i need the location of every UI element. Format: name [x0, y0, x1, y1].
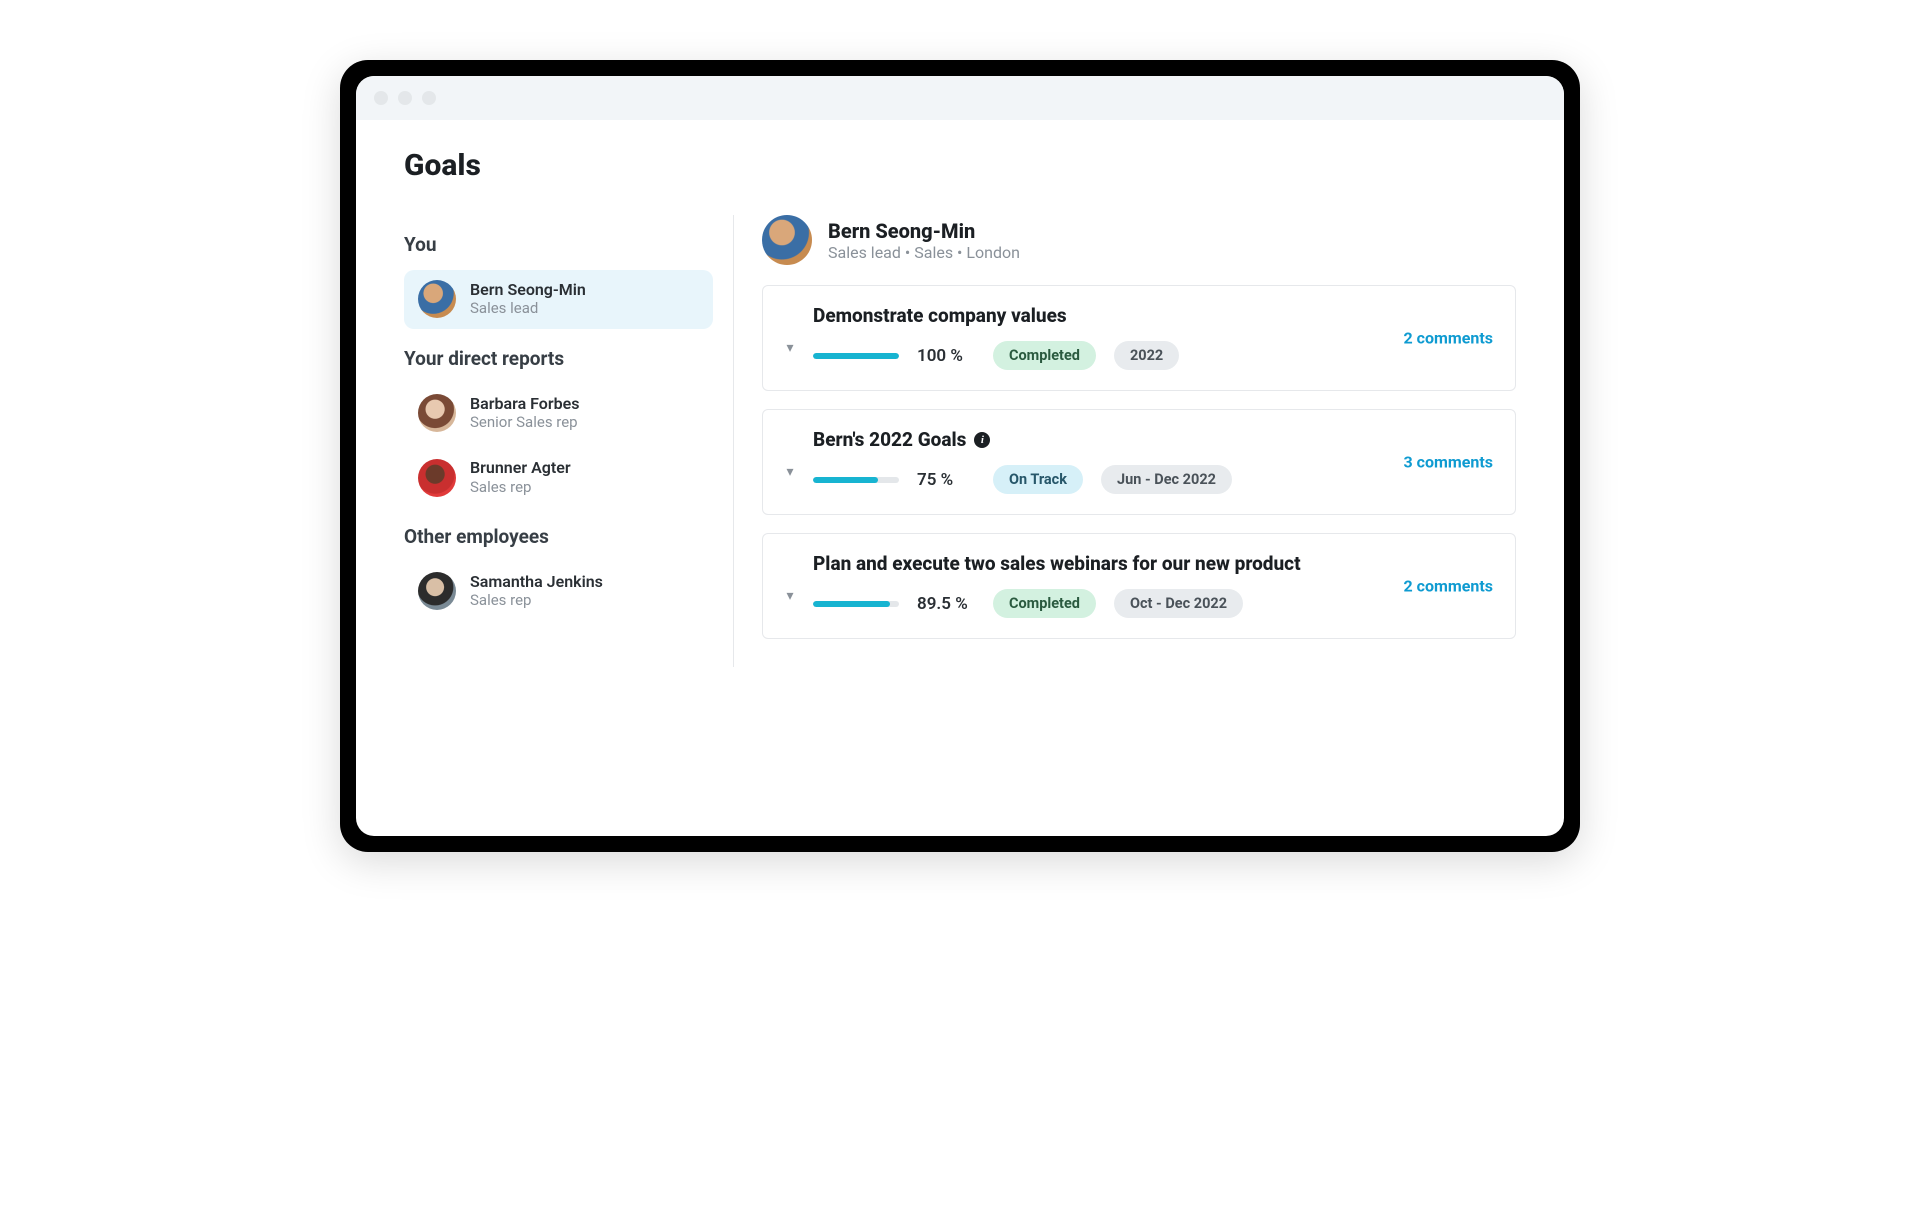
sidebar-heading-direct-reports: Your direct reports — [404, 347, 713, 370]
avatar — [418, 572, 456, 610]
sidebar-heading-you: You — [404, 233, 713, 256]
sidebar-person-you[interactable]: Bern Seong-Min Sales lead — [404, 270, 713, 329]
avatar — [762, 215, 812, 265]
person-role: Sales rep — [470, 478, 571, 498]
traffic-light-minimize[interactable] — [398, 91, 412, 105]
sidebar-person-direct-report[interactable]: Brunner Agter Sales rep — [404, 448, 713, 507]
person-role: Sales lead — [470, 299, 586, 319]
comments-link[interactable]: 2 comments — [1404, 577, 1493, 596]
goal-title: Bern's 2022 Goals i — [813, 428, 1493, 451]
sidebar-person-direct-report[interactable]: Barbara Forbes Senior Sales rep — [404, 384, 713, 443]
main: Bern Seong-Min Sales lead • Sales • Lond… — [762, 215, 1516, 667]
goal-card[interactable]: ▾ Bern's 2022 Goals i 75 % — [762, 409, 1516, 515]
person-name: Samantha Jenkins — [470, 572, 603, 591]
person-name: Brunner Agter — [470, 458, 571, 477]
goal-title: Plan and execute two sales webinars for … — [813, 552, 1493, 575]
goal-title-text: Demonstrate company values — [813, 304, 1067, 327]
progress-bar — [813, 353, 899, 359]
progress-percent: 100 % — [917, 346, 975, 366]
person-name: Barbara Forbes — [470, 394, 579, 413]
comments-link[interactable]: 2 comments — [1404, 329, 1493, 348]
profile-meta: Sales lead • Sales • London — [828, 243, 1020, 262]
window: Goals You Bern Seong-Min Sales lead Your… — [356, 76, 1564, 836]
profile-name: Bern Seong-Min — [828, 219, 1020, 243]
device-frame: Goals You Bern Seong-Min Sales lead Your… — [340, 60, 1580, 852]
chevron-down-icon[interactable]: ▾ — [786, 340, 793, 356]
status-badge: Completed — [993, 341, 1096, 370]
date-badge: Jun - Dec 2022 — [1101, 465, 1232, 494]
person-role: Senior Sales rep — [470, 413, 579, 433]
goal-title-text: Plan and execute two sales webinars for … — [813, 552, 1301, 575]
chevron-down-icon[interactable]: ▾ — [786, 588, 793, 604]
sidebar: You Bern Seong-Min Sales lead Your direc… — [404, 215, 734, 667]
person-name: Bern Seong-Min — [470, 280, 586, 299]
traffic-light-zoom[interactable] — [422, 91, 436, 105]
avatar — [418, 280, 456, 318]
comments-link[interactable]: 3 comments — [1404, 453, 1493, 472]
progress-fill — [813, 477, 878, 483]
goal-card[interactable]: ▾ Demonstrate company values 100 % — [762, 285, 1516, 391]
titlebar — [356, 76, 1564, 120]
progress-bar — [813, 601, 899, 607]
person-role: Sales rep — [470, 591, 603, 611]
content: Goals You Bern Seong-Min Sales lead Your… — [356, 120, 1564, 836]
progress-fill — [813, 601, 890, 607]
avatar — [418, 394, 456, 432]
date-badge: Oct - Dec 2022 — [1114, 589, 1243, 618]
progress-percent: 75 % — [917, 470, 975, 490]
progress-percent: 89.5 % — [917, 594, 975, 614]
status-badge: Completed — [993, 589, 1096, 618]
progress-fill — [813, 353, 899, 359]
avatar — [418, 459, 456, 497]
traffic-light-close[interactable] — [374, 91, 388, 105]
sidebar-heading-other: Other employees — [404, 525, 713, 548]
sidebar-person-other[interactable]: Samantha Jenkins Sales rep — [404, 562, 713, 621]
date-badge: 2022 — [1114, 341, 1179, 370]
profile-header: Bern Seong-Min Sales lead • Sales • Lond… — [762, 215, 1516, 265]
chevron-down-icon[interactable]: ▾ — [786, 464, 793, 480]
status-badge: On Track — [993, 465, 1083, 494]
info-icon[interactable]: i — [974, 432, 990, 448]
progress-bar — [813, 477, 899, 483]
page-title: Goals — [404, 148, 1516, 183]
goal-title-text: Bern's 2022 Goals — [813, 428, 966, 451]
goal-title: Demonstrate company values — [813, 304, 1493, 327]
goal-card[interactable]: ▾ Plan and execute two sales webinars fo… — [762, 533, 1516, 639]
